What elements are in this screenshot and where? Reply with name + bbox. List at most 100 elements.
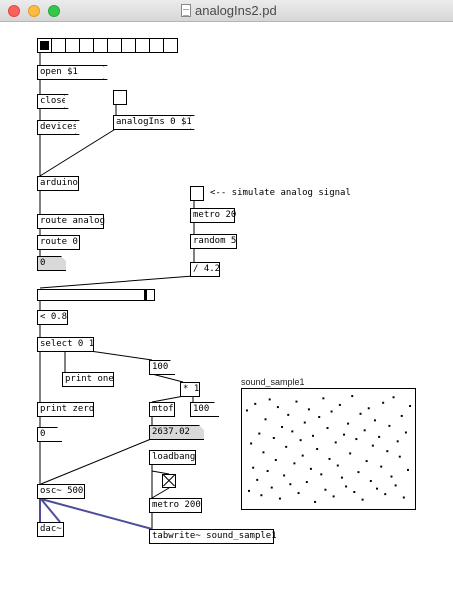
analogins-message[interactable]: analogIns 0 $1	[113, 115, 195, 130]
array-point	[301, 454, 304, 457]
array-point	[357, 471, 360, 474]
array-point	[353, 491, 356, 493]
divide-object[interactable]: / 4.2	[190, 262, 220, 277]
array-point	[311, 434, 314, 437]
patch-canvas[interactable]: open $1 close devices analogIns 0 $1 ard…	[0, 22, 453, 599]
array-point	[351, 395, 354, 398]
array-point	[380, 465, 383, 468]
array-point	[272, 437, 275, 439]
array-point	[345, 485, 348, 488]
array-point	[332, 495, 335, 498]
array-point	[283, 474, 286, 477]
array-point	[409, 405, 412, 407]
devices-message[interactable]: devices	[37, 120, 80, 135]
array-point	[250, 442, 253, 445]
array-point	[248, 489, 251, 492]
radio-cell[interactable]	[149, 38, 164, 53]
arduino-object[interactable]: arduino	[37, 176, 79, 191]
close-message[interactable]: close	[37, 94, 69, 109]
array-point	[285, 445, 288, 448]
osc-object[interactable]: osc~ 500	[37, 484, 85, 499]
toggle-metro[interactable]	[162, 474, 176, 488]
array-point	[343, 433, 346, 436]
dac-object[interactable]: dac~	[37, 522, 64, 537]
array-point	[386, 450, 389, 453]
array-point	[365, 460, 368, 463]
route-output-number[interactable]: 0	[37, 256, 66, 271]
array-point	[378, 435, 381, 438]
array-point	[268, 398, 271, 401]
radio-cell[interactable]	[107, 38, 122, 53]
array-point	[347, 422, 350, 425]
less-than-object[interactable]: < 0.8	[37, 310, 68, 325]
array-point	[373, 419, 376, 422]
array-point	[371, 444, 374, 447]
multiply-object[interactable]: * 1	[180, 382, 200, 397]
loadbang-object[interactable]: loadbang	[149, 450, 196, 465]
radio-cell[interactable]	[65, 38, 80, 53]
zero-number[interactable]: 0	[37, 427, 62, 442]
hslider[interactable]	[37, 289, 155, 301]
array-point	[330, 410, 333, 413]
array-graph[interactable]	[241, 388, 416, 510]
document-icon	[181, 4, 191, 17]
zoom-window-button[interactable]	[48, 5, 60, 17]
array-point	[338, 403, 341, 406]
radio-cell[interactable]	[37, 38, 52, 53]
tabwrite-object[interactable]: tabwrite~ sound_sample1	[149, 529, 277, 544]
array-point	[359, 412, 362, 415]
simulate-comment: <-- simulate analog signal	[210, 188, 351, 198]
hradio-selector[interactable]	[37, 38, 178, 53]
route-0-object[interactable]: route 0	[37, 235, 80, 250]
minimize-window-button[interactable]	[28, 5, 40, 17]
route-analog-object[interactable]: route analog	[37, 214, 105, 229]
print-one-object[interactable]: print one	[62, 372, 114, 387]
mtof-object[interactable]: mtof	[149, 402, 175, 417]
number-100-b[interactable]: 100	[190, 402, 219, 417]
array-point	[334, 441, 337, 444]
window-title: analogIns2.pd	[195, 3, 277, 18]
close-window-button[interactable]	[8, 5, 20, 17]
radio-cell[interactable]	[121, 38, 136, 53]
radio-cell[interactable]	[135, 38, 150, 53]
array-point	[367, 407, 370, 410]
array-point	[307, 408, 310, 411]
radio-cell[interactable]	[51, 38, 66, 53]
print-zero-object[interactable]: print zero	[37, 402, 94, 417]
array-point	[276, 406, 279, 409]
open-message[interactable]: open $1	[37, 65, 108, 80]
select-object[interactable]: select 0 1	[37, 337, 94, 352]
frequency-number[interactable]: 2637.02	[149, 425, 204, 440]
array-point	[322, 397, 325, 400]
radio-cell[interactable]	[79, 38, 94, 53]
slider-knob[interactable]	[144, 290, 148, 300]
window-titlebar: analogIns2.pd	[0, 0, 453, 22]
random-5-object[interactable]: random 5	[190, 234, 237, 249]
array-point	[406, 468, 409, 471]
array-point	[376, 487, 379, 490]
array-point	[278, 497, 281, 500]
array-point	[303, 421, 306, 424]
array-point	[349, 452, 352, 455]
array-point	[394, 484, 397, 487]
array-point	[404, 431, 407, 434]
array-point	[320, 473, 323, 476]
array-point	[260, 494, 263, 497]
array-point	[340, 476, 343, 479]
array-point	[326, 427, 329, 430]
array-point	[258, 432, 261, 435]
toggle-analogins[interactable]	[113, 90, 127, 105]
metro-200-object[interactable]: metro 200	[149, 498, 202, 513]
array-point	[396, 440, 399, 443]
radio-cell[interactable]	[93, 38, 108, 53]
number-100-a[interactable]: 100	[149, 360, 175, 375]
array-point	[400, 414, 403, 417]
array-point	[264, 418, 267, 421]
metro-20-object[interactable]: metro 20	[190, 208, 236, 223]
array-label: sound_sample1	[241, 377, 305, 387]
array-point	[318, 416, 321, 419]
toggle-simulate[interactable]	[190, 186, 204, 201]
array-point	[388, 424, 391, 427]
array-plot	[245, 395, 412, 503]
radio-cell[interactable]	[163, 38, 178, 53]
